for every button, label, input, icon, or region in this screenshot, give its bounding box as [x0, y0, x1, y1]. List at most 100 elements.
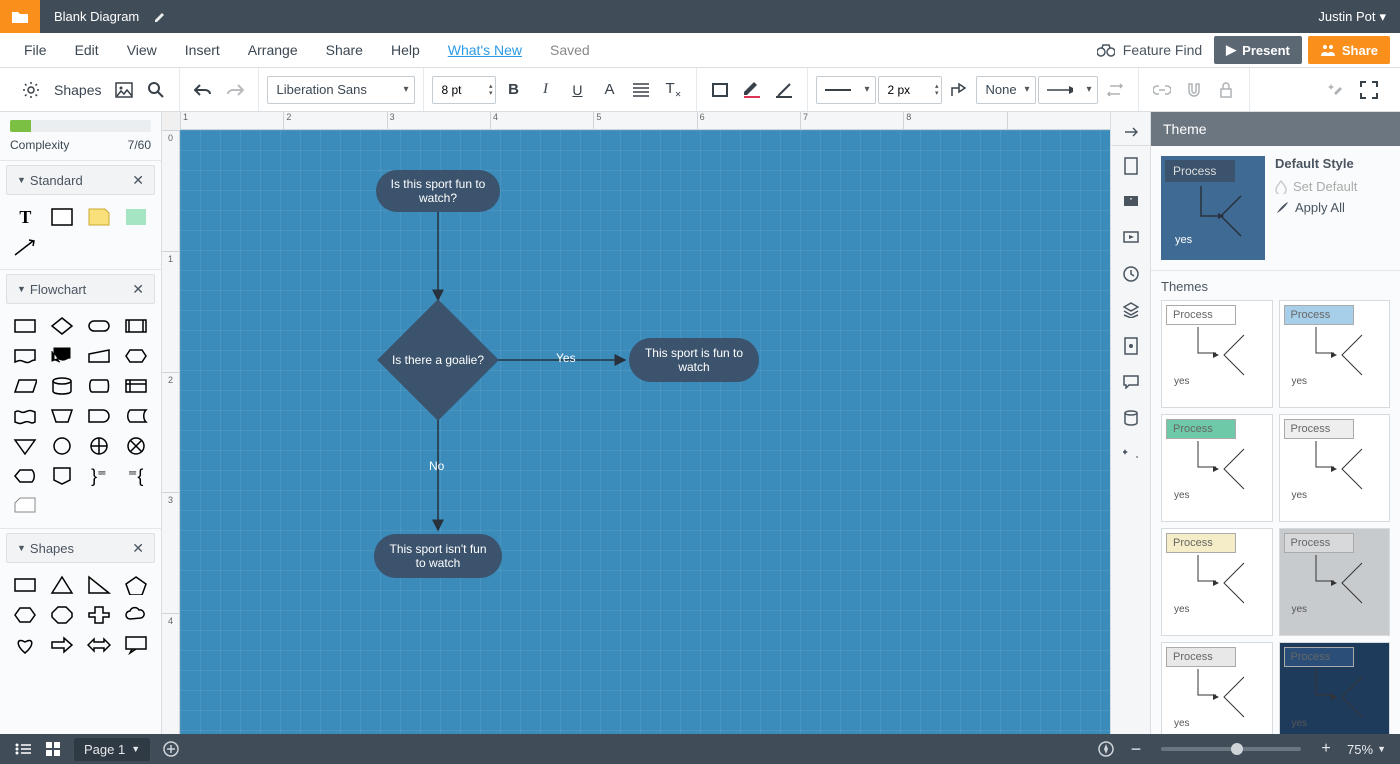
- menu-view[interactable]: View: [113, 42, 171, 58]
- undo-button[interactable]: [188, 75, 218, 105]
- shape-process[interactable]: [8, 312, 43, 340]
- magic-wand-button[interactable]: [1322, 75, 1352, 105]
- link-button[interactable]: [1147, 75, 1177, 105]
- text-align-button[interactable]: [626, 75, 656, 105]
- text-style-button[interactable]: T✕: [658, 75, 688, 105]
- theme-tile-7[interactable]: Process yes: [1279, 642, 1391, 734]
- shape-block[interactable]: [45, 203, 80, 231]
- line-end-select[interactable]: [1038, 76, 1098, 104]
- node-decision[interactable]: Is there a goalie?: [395, 317, 481, 403]
- shape-pentagon[interactable]: [118, 571, 153, 599]
- theme-tile-3[interactable]: Process yes: [1279, 414, 1391, 522]
- node-start[interactable]: Is this sport fun to watch?: [376, 170, 500, 212]
- zoom-menu[interactable]: 75% ▼: [1341, 742, 1392, 757]
- font-size-input[interactable]: 8 pt: [432, 76, 496, 104]
- actions-button[interactable]: [1115, 438, 1147, 470]
- shape-off-page[interactable]: [45, 462, 80, 490]
- shape-arrow-right[interactable]: [45, 631, 80, 659]
- shape-terminator[interactable]: [82, 312, 117, 340]
- shape-paper-tape[interactable]: [8, 402, 43, 430]
- grid-view-button[interactable]: [38, 734, 68, 764]
- node-result-no[interactable]: This sport isn't fun to watch: [374, 534, 502, 578]
- shape-manual-op[interactable]: [45, 402, 80, 430]
- underline-button[interactable]: U: [562, 75, 592, 105]
- menu-share[interactable]: Share: [312, 42, 377, 58]
- line-routing-button[interactable]: [944, 75, 974, 105]
- section-standard-header[interactable]: ▼ Standard ✕: [6, 165, 155, 195]
- shape-octagon[interactable]: [45, 601, 80, 629]
- shape-callout[interactable]: [118, 631, 153, 659]
- collapse-panel-button[interactable]: [1111, 118, 1150, 146]
- menu-arrange[interactable]: Arrange: [234, 42, 312, 58]
- themes-button[interactable]: [1115, 330, 1147, 362]
- shape-heart[interactable]: [8, 631, 43, 659]
- section-shapes-header[interactable]: ▼ Shapes ✕: [6, 533, 155, 563]
- shape-display[interactable]: [8, 462, 43, 490]
- theme-tile-0[interactable]: Process yes: [1161, 300, 1273, 408]
- outline-view-button[interactable]: [8, 734, 38, 764]
- menu-whats-new[interactable]: What's New: [434, 42, 536, 58]
- shape-document[interactable]: [8, 342, 43, 370]
- shape-right-triangle[interactable]: [82, 571, 117, 599]
- text-color-button[interactable]: A: [594, 75, 624, 105]
- shape-line[interactable]: [8, 233, 43, 261]
- search-button[interactable]: [141, 75, 171, 105]
- apply-all-button[interactable]: Apply All: [1275, 200, 1390, 215]
- canvas[interactable]: Is this sport fun to watch? Is there a g…: [180, 130, 1110, 734]
- folder-button[interactable]: [0, 0, 40, 33]
- set-default-button[interactable]: Set Default: [1275, 179, 1390, 194]
- theme-tile-2[interactable]: Process yes: [1161, 414, 1273, 522]
- shape-predefined[interactable]: [118, 312, 153, 340]
- theme-tile-6[interactable]: Process yes: [1161, 642, 1273, 734]
- menu-edit[interactable]: Edit: [61, 42, 113, 58]
- shape-summing[interactable]: [118, 432, 153, 460]
- node-result-yes[interactable]: This sport is fun to watch: [629, 338, 759, 382]
- shape-card[interactable]: [8, 492, 43, 520]
- shape-merge[interactable]: [8, 432, 43, 460]
- chat-button[interactable]: [1115, 366, 1147, 398]
- shape-triangle[interactable]: [45, 571, 80, 599]
- shape-cloud[interactable]: [118, 601, 153, 629]
- shape-hotspot[interactable]: [118, 203, 153, 231]
- shape-connector[interactable]: [45, 432, 80, 460]
- line-color-button[interactable]: [769, 75, 799, 105]
- magnet-button[interactable]: [1179, 75, 1209, 105]
- present-button[interactable]: ▶ Present: [1214, 36, 1302, 64]
- shape-brace-right[interactable]: }⁼: [82, 462, 117, 490]
- section-flowchart-header[interactable]: ▼ Flowchart ✕: [6, 274, 155, 304]
- shape-note[interactable]: [82, 203, 117, 231]
- history-button[interactable]: [1115, 258, 1147, 290]
- shape-internal-storage[interactable]: [118, 372, 153, 400]
- line-style-select[interactable]: [816, 76, 876, 104]
- comments-button[interactable]: '': [1115, 186, 1147, 218]
- label-yes[interactable]: Yes: [556, 351, 576, 365]
- layers-button[interactable]: [1115, 294, 1147, 326]
- shape-delay[interactable]: [82, 402, 117, 430]
- theme-tile-5[interactable]: Process yes: [1279, 528, 1391, 636]
- image-button[interactable]: [109, 75, 139, 105]
- share-button[interactable]: Share: [1308, 36, 1390, 64]
- page-settings-button[interactable]: [1115, 150, 1147, 182]
- page-tab[interactable]: Page 1 ▼: [74, 738, 150, 761]
- border-color-button[interactable]: [737, 75, 767, 105]
- shape-arrow-double[interactable]: [82, 631, 117, 659]
- zoom-slider[interactable]: [1161, 747, 1301, 751]
- shape-direct-data[interactable]: [82, 372, 117, 400]
- italic-button[interactable]: I: [530, 75, 560, 105]
- shape-decision[interactable]: [45, 312, 80, 340]
- menu-file[interactable]: File: [10, 42, 61, 58]
- close-icon[interactable]: ✕: [132, 540, 144, 557]
- add-page-button[interactable]: [156, 734, 186, 764]
- shape-or[interactable]: [82, 432, 117, 460]
- shape-rect[interactable]: [8, 571, 43, 599]
- shape-manual-input[interactable]: [82, 342, 117, 370]
- user-menu[interactable]: Justin Pot ▾: [1304, 9, 1400, 25]
- line-start-select[interactable]: None: [976, 76, 1036, 104]
- edit-title-icon[interactable]: [153, 10, 167, 24]
- menu-insert[interactable]: Insert: [171, 42, 234, 58]
- shape-multidoc[interactable]: [45, 342, 80, 370]
- shape-data[interactable]: [8, 372, 43, 400]
- close-icon[interactable]: ✕: [132, 172, 144, 189]
- feature-find[interactable]: Feature Find: [1097, 42, 1202, 58]
- label-no[interactable]: No: [429, 459, 444, 473]
